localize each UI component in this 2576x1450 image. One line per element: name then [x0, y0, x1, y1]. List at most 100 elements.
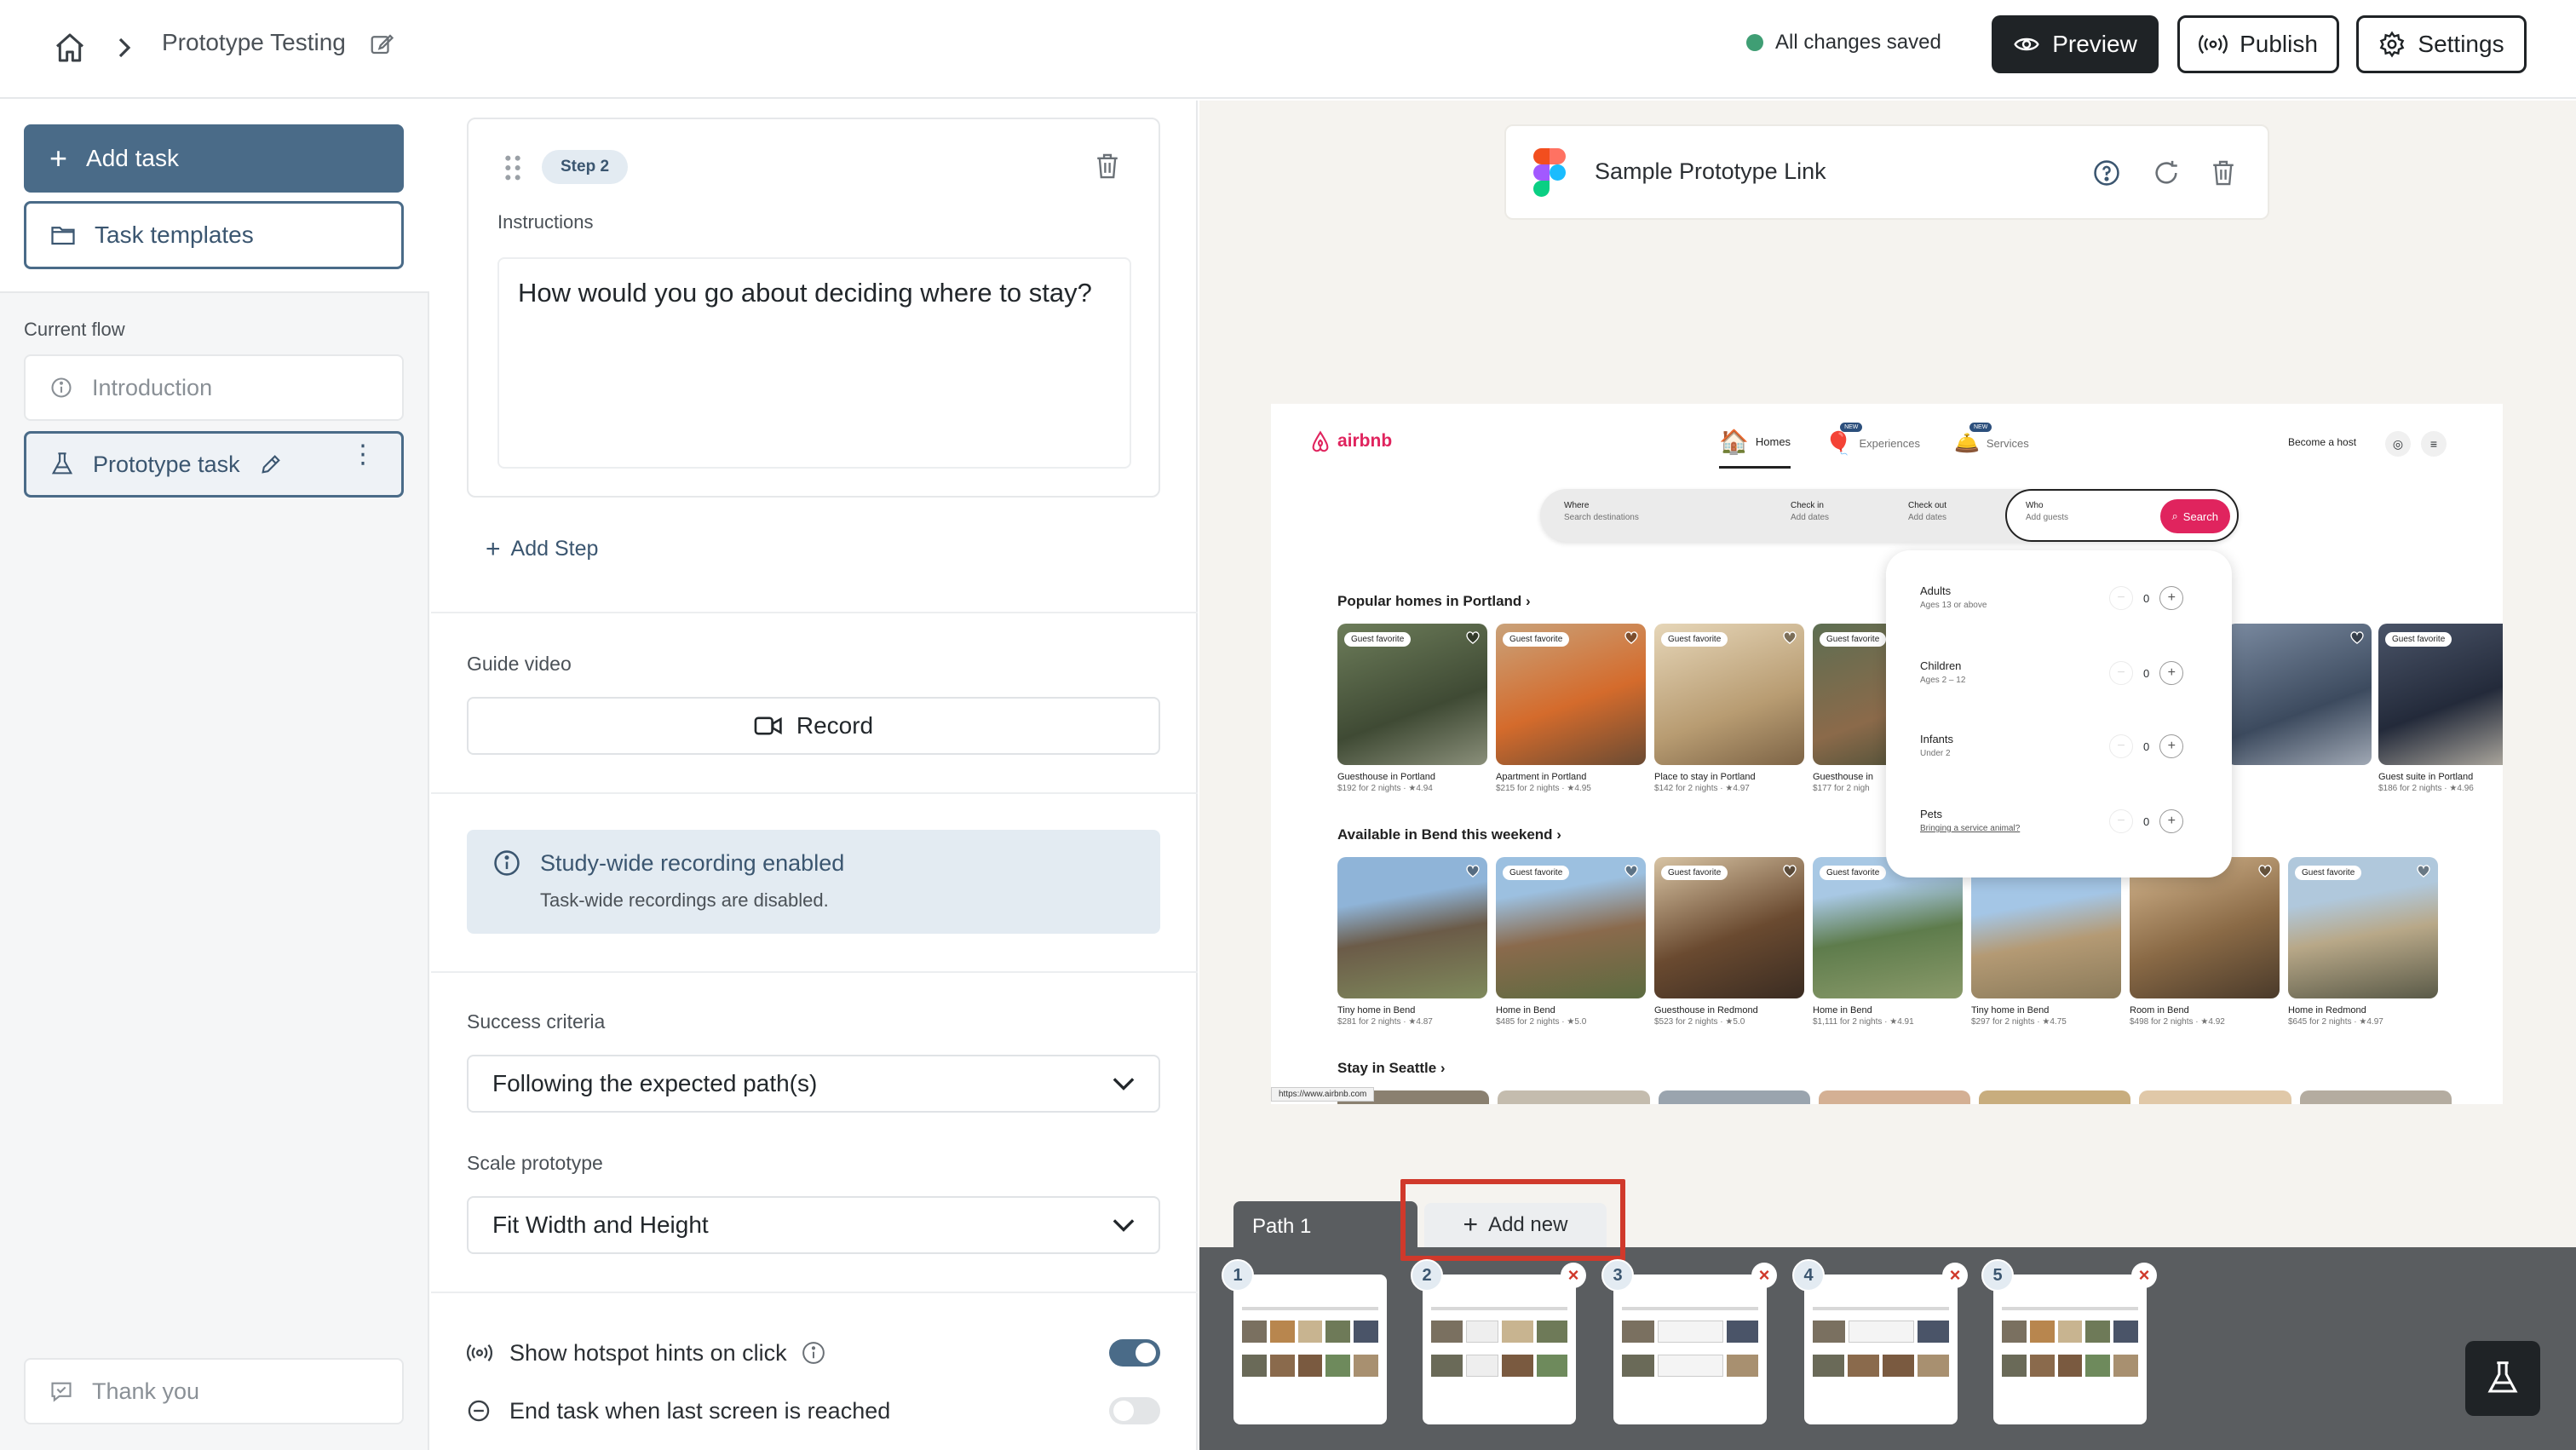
path-tab-1[interactable]: Path 1 [1233, 1201, 1417, 1249]
listing-card[interactable]: Guest favorite Home in Bend $485 for 2 n… [1496, 857, 1646, 1027]
globe-icon[interactable]: ◎ [2385, 431, 2411, 457]
service-animal-link[interactable]: Bringing a service animal? [1920, 824, 2020, 833]
new-badge: NEW [1969, 423, 1992, 432]
task-templates-button[interactable]: Task templates [24, 201, 404, 269]
help-icon[interactable] [2092, 158, 2123, 189]
record-label: Record [796, 712, 874, 739]
screen-thumbnail[interactable] [1804, 1275, 1958, 1424]
increment-button[interactable]: + [2159, 586, 2184, 610]
edit-icon[interactable] [259, 452, 283, 476]
decrement-button[interactable]: − [2109, 661, 2133, 685]
menu-icon[interactable]: ≡ [2421, 431, 2447, 457]
heart-icon[interactable] [1782, 630, 1797, 644]
listing-name: Place to stay in Portland [1654, 772, 1756, 782]
task-templates-label: Task templates [95, 222, 254, 248]
add-task-button[interactable]: + Add task [24, 124, 404, 193]
decrement-button[interactable]: − [2109, 809, 2133, 833]
listing-card[interactable] [2227, 624, 2372, 765]
remove-screen-icon[interactable]: × [2131, 1263, 2157, 1288]
record-button[interactable]: Record [467, 697, 1160, 755]
checkout-placeholder: Add dates [1908, 513, 1947, 522]
listing-card[interactable]: Guest favorite Home in Redmond $645 for … [2288, 857, 2438, 1027]
remove-screen-icon[interactable]: × [1751, 1263, 1777, 1288]
section-heading[interactable]: Stay in Seattle › [1337, 1060, 1446, 1077]
info-icon[interactable] [801, 1340, 826, 1366]
listing-card[interactable]: Guest favorite Apartment in Portland $21… [1496, 624, 1646, 793]
become-host-link[interactable]: Become a host [2288, 436, 2356, 448]
heart-icon[interactable] [2416, 864, 2431, 877]
nav-experiences[interactable]: 🎈 NEW Experiences [1825, 423, 1920, 469]
screen-number: 5 [1981, 1259, 2014, 1292]
thumb-header [1242, 1307, 1378, 1310]
info-icon [492, 849, 523, 879]
trash-icon[interactable] [2210, 158, 2240, 189]
listing-card[interactable]: Guest favorite Place to stay in Portland… [1654, 624, 1804, 793]
search-checkin[interactable]: Check in Add dates [1791, 501, 1829, 522]
increment-button[interactable]: + [2159, 734, 2184, 758]
screen-thumbnail[interactable] [1993, 1275, 2147, 1424]
instructions-label: Instructions [497, 211, 594, 233]
nav-homes[interactable]: 🏠 Homes [1719, 428, 1791, 469]
heart-icon[interactable] [1624, 630, 1639, 644]
trash-icon[interactable] [1094, 152, 1124, 182]
more-vertical-icon[interactable]: ⋮ [350, 442, 376, 468]
preview-button[interactable]: Preview [1992, 15, 2159, 73]
remove-screen-icon[interactable]: × [1942, 1263, 1968, 1288]
balloon-icon: 🎈 [1825, 429, 1853, 456]
increment-button[interactable]: + [2159, 809, 2184, 833]
flow-item-prototype-task[interactable]: Prototype task ⋮ [24, 431, 404, 498]
guest-row-pets: Pets Bringing a service animal? [1920, 808, 2020, 833]
search-where[interactable]: Where Search destinations [1564, 501, 1639, 522]
prototype-frame[interactable]: airbnb 🏠 Homes 🎈 NEW Experiences 🛎️ NEW … [1271, 404, 2503, 1104]
lab-flask-button[interactable] [2465, 1341, 2540, 1416]
section-heading[interactable]: Available in Bend this weekend › [1337, 826, 1561, 843]
refresh-icon[interactable] [2152, 158, 2182, 189]
edit-title-icon[interactable] [366, 29, 397, 60]
nav-services[interactable]: 🛎️ NEW Services [1954, 423, 2029, 469]
guest-count: 0 [2143, 814, 2150, 828]
search-who[interactable]: Who Add guests ⌕ Search [2005, 489, 2239, 542]
settings-button[interactable]: Settings [2356, 15, 2527, 73]
screen-thumbnail[interactable] [1613, 1275, 1767, 1424]
decrement-button[interactable]: − [2109, 586, 2133, 610]
screen-thumbnail[interactable] [1423, 1275, 1576, 1424]
airbnb-logo-text: airbnb [1337, 431, 1393, 451]
infants-stepper: − 0 + [2109, 734, 2184, 758]
heart-icon[interactable] [1782, 864, 1797, 877]
heart-icon[interactable] [2257, 864, 2273, 877]
success-criteria-value: Following the expected path(s) [492, 1070, 818, 1096]
listing-card[interactable]: Guest favorite Guesthouse in Redmond $52… [1654, 857, 1804, 1027]
decrement-button[interactable]: − [2109, 734, 2133, 758]
flow-item-thank-you[interactable]: Thank you [24, 1358, 404, 1424]
flow-item-introduction[interactable]: Introduction [24, 354, 404, 421]
heart-icon[interactable] [2349, 630, 2365, 644]
listing-photo: Guest favorite [1813, 857, 1963, 998]
heart-icon[interactable] [1624, 864, 1639, 877]
heart-icon[interactable] [1465, 864, 1481, 877]
publish-button[interactable]: Publish [2177, 15, 2339, 73]
remove-screen-icon[interactable]: × [1561, 1263, 1586, 1288]
increment-button[interactable]: + [2159, 661, 2184, 685]
guest-row-infants: Infants Under 2 [1920, 733, 1953, 758]
drag-handle-icon[interactable] [503, 153, 523, 182]
guest-favorite-badge: Guest favorite [1503, 866, 1570, 880]
search-checkout[interactable]: Check out Add dates [1908, 501, 1946, 522]
hotspot-hints-toggle[interactable] [1109, 1339, 1160, 1367]
listing-card[interactable]: Guest favorite Guesthouse in Portland $1… [1337, 624, 1487, 793]
listing-card[interactable]: Tiny home in Bend $281 for 2 nights · ★4… [1337, 857, 1487, 1027]
gear-icon [2380, 31, 2405, 58]
listing-card[interactable]: Room in Bend $498 for 2 nights · ★4.92 [2130, 857, 2280, 1027]
section-heading[interactable]: Popular homes in Portland › [1337, 593, 1531, 610]
instructions-textarea[interactable]: How would you go about deciding where to… [497, 257, 1131, 469]
listing-card[interactable]: Guest favorite Home in Bend $1,111 for 2… [1813, 857, 1963, 1027]
screen-thumbnail[interactable] [1233, 1275, 1387, 1424]
listing-card[interactable]: Guest favorite Guest suite in Portland $… [2378, 624, 2503, 793]
end-task-toggle[interactable] [1109, 1397, 1160, 1424]
add-step-button[interactable]: + Add Step [486, 536, 598, 561]
success-criteria-select[interactable]: Following the expected path(s) [467, 1055, 1160, 1113]
listing-card[interactable]: Tiny home in Bend $297 for 2 nights · ★4… [1971, 857, 2121, 1027]
scale-prototype-select[interactable]: Fit Width and Height [467, 1196, 1160, 1254]
heart-icon[interactable] [1465, 630, 1481, 644]
search-button[interactable]: ⌕ Search [2159, 499, 2230, 533]
home-icon[interactable] [46, 24, 94, 72]
